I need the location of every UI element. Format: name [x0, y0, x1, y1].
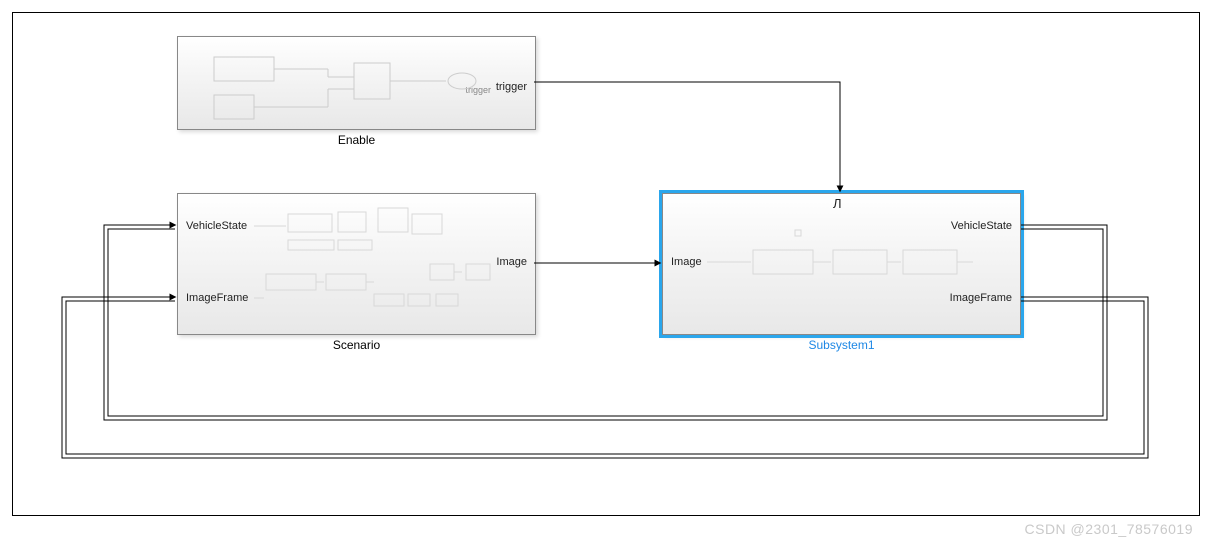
port-in-image: Image — [671, 256, 702, 268]
port-out-image: Image — [496, 256, 527, 268]
port-in-imageframe: ImageFrame — [186, 292, 248, 304]
block-subsystem1[interactable]: Image VehicleState ImageFrame Subsystem1 — [662, 193, 1021, 335]
block-scenario-label: Scenario — [178, 338, 535, 352]
trigger-glyph: Л — [833, 196, 842, 211]
block-scenario[interactable]: VehicleState ImageFrame Image Scenario — [177, 193, 536, 335]
simulink-canvas[interactable]: trigger trigger Enable VehicleState Imag… — [0, 0, 1211, 545]
port-out-trigger-tiny: trigger — [465, 85, 491, 95]
block-subsystem1-label: Subsystem1 — [663, 338, 1020, 352]
port-out-imageframe: ImageFrame — [950, 292, 1012, 304]
port-out-trigger: trigger — [496, 81, 527, 93]
port-in-vehiclestate: VehicleState — [186, 220, 247, 232]
watermark: CSDN @2301_78576019 — [1025, 521, 1194, 537]
block-enable-label: Enable — [178, 133, 535, 147]
block-enable[interactable]: trigger trigger Enable — [177, 36, 536, 130]
port-out-vehiclestate: VehicleState — [951, 220, 1012, 232]
